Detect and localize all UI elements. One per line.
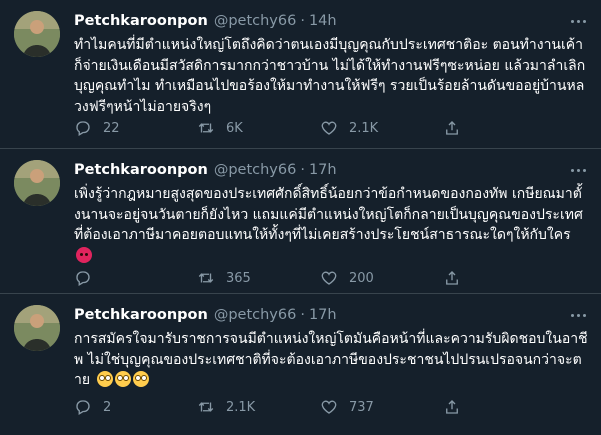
more-options-icon[interactable] (569, 306, 587, 324)
tweet-text: การสมัครใจมารับราชการจนมีตำแหน่งใหญ่โตมั… (74, 331, 588, 388)
tweet-timestamp[interactable]: 14h (309, 11, 337, 31)
author-name[interactable]: Petchkaroonpon (74, 11, 208, 31)
reply-count: 22 (103, 120, 120, 136)
tweet-feed: Petchkaroonpon @petchy66 · 14h ทำไมคนที่… (0, 0, 601, 435)
author-name[interactable]: Petchkaroonpon (74, 305, 208, 325)
reply-button[interactable]: 22 (74, 119, 197, 137)
author-handle[interactable]: @petchy66 (214, 305, 297, 325)
tweet[interactable]: Petchkaroonpon @petchy66 · 17h เพิ่งรู้ว… (0, 149, 601, 294)
share-button[interactable] (443, 398, 461, 416)
retweet-count: 365 (226, 270, 251, 286)
angry-face-emoji (76, 246, 92, 263)
comment-icon (76, 271, 90, 286)
separator-dot: · (300, 307, 305, 323)
tweet-text: เพิ่งรู้ว่ากฎหมายสูงสุดของประเทศศักดิ์สิ… (74, 186, 583, 243)
author-handle[interactable]: @petchy66 (214, 11, 297, 31)
retweet-button[interactable]: 6K (197, 119, 320, 137)
eye-roll-emoji (96, 371, 113, 387)
separator-dot: · (300, 162, 305, 178)
tweet-actions: 2 2.1K 737 (74, 398, 461, 416)
comment-icon (76, 121, 90, 136)
reply-count: 2 (103, 399, 112, 415)
tweet-actions: 365 200 (74, 269, 461, 287)
more-options-icon[interactable] (569, 161, 587, 179)
like-button[interactable]: 2.1K (320, 119, 443, 137)
retweet-icon (198, 123, 214, 133)
tweet-text-block: เพิ่งรู้ว่ากฎหมายสูงสุดของประเทศศักดิ์สิ… (74, 184, 588, 266)
retweet-icon (198, 273, 214, 283)
tweet-actions: 22 6K 2.1K (74, 119, 461, 137)
heart-icon (321, 271, 337, 285)
share-icon (446, 271, 458, 285)
retweet-button[interactable]: 2.1K (197, 398, 320, 416)
separator-dot: · (300, 13, 305, 29)
retweet-icon (198, 402, 214, 412)
share-button[interactable] (443, 269, 461, 287)
tweet-text: ทำไมคนที่มีตำแหน่งใหญ่โตถึงคิดว่าตนเองมี… (74, 37, 586, 115)
share-icon (446, 121, 458, 135)
share-button[interactable] (443, 119, 461, 137)
like-count: 737 (349, 399, 374, 415)
avatar[interactable] (14, 160, 60, 206)
avatar[interactable] (14, 305, 60, 351)
tweet-text-block: การสมัครใจมารับราชการจนมีตำแหน่งใหญ่โตมั… (74, 329, 588, 391)
retweet-button[interactable]: 365 (197, 269, 320, 287)
more-options-icon[interactable] (569, 12, 587, 30)
like-button[interactable]: 200 (320, 269, 443, 287)
share-icon (446, 400, 458, 414)
tweet[interactable]: Petchkaroonpon @petchy66 · 14h ทำไมคนที่… (0, 0, 601, 149)
eye-roll-emoji (132, 371, 149, 387)
heart-icon (321, 121, 337, 135)
tweet[interactable]: Petchkaroonpon @petchy66 · 17h การสมัครใ… (0, 294, 601, 435)
like-count: 200 (349, 270, 374, 286)
like-button[interactable]: 737 (320, 398, 443, 416)
like-count: 2.1K (349, 120, 379, 136)
author-name[interactable]: Petchkaroonpon (74, 160, 208, 180)
tweet-timestamp[interactable]: 17h (309, 160, 337, 180)
reply-button[interactable] (74, 269, 197, 287)
retweet-count: 6K (226, 120, 243, 136)
retweet-count: 2.1K (226, 399, 256, 415)
eye-roll-emoji (114, 371, 131, 387)
heart-icon (321, 400, 337, 414)
author-handle[interactable]: @petchy66 (214, 160, 297, 180)
tweet-timestamp[interactable]: 17h (309, 305, 337, 325)
comment-icon (76, 400, 90, 415)
reply-button[interactable]: 2 (74, 398, 197, 416)
avatar[interactable] (14, 11, 60, 57)
